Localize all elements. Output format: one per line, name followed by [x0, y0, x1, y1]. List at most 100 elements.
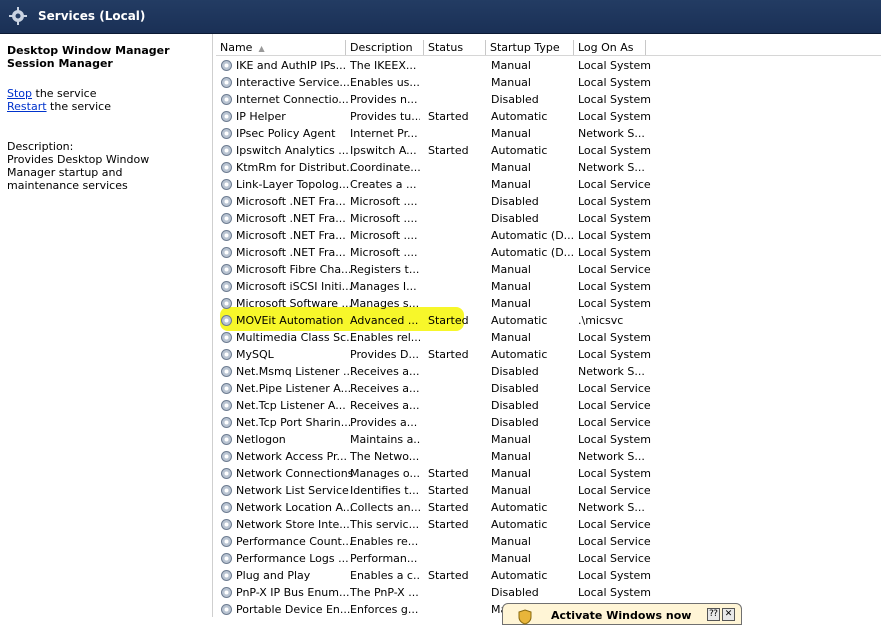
column-header-startup-type[interactable]: Startup Type [486, 40, 574, 55]
service-startup-cell: Disabled [491, 586, 539, 599]
service-logon-cell: .\micsvc [578, 314, 624, 327]
service-row[interactable]: Net.Pipe Listener A... Receives a... Disab… [216, 380, 881, 397]
notification-close-button[interactable]: ✕ [722, 608, 735, 621]
service-description-cell: Registers t... [350, 263, 420, 276]
window-title: Services (Local) [38, 9, 146, 23]
service-description-cell: The Netwo... [350, 450, 420, 463]
service-row[interactable]: Link-Layer Topolog... Creates a ... Manual… [216, 176, 881, 193]
service-row[interactable]: MOVEit Automation Advanced ... Started Auto… [216, 312, 881, 329]
service-status-cell: Started [428, 467, 469, 480]
service-gear-icon [221, 179, 232, 190]
service-row[interactable]: IKE and AuthIP IPs... The IKEEX... Manual L… [216, 57, 881, 74]
service-name-cell: Portable Device En... [236, 603, 351, 616]
service-gear-icon [221, 451, 232, 462]
service-name-cell: Microsoft Fibre Cha... [236, 263, 352, 276]
service-row[interactable]: Microsoft .NET Fra... Microsoft .... Autom… [216, 227, 881, 244]
service-row[interactable]: Network List Service Identifies t... Start… [216, 482, 881, 499]
service-logon-cell: Local Service [578, 382, 651, 395]
service-row[interactable]: KtmRm for Distribut... Coordinate... Manua… [216, 159, 881, 176]
service-startup-cell: Disabled [491, 416, 539, 429]
service-startup-cell: Automatic [491, 501, 548, 514]
service-row[interactable]: Performance Count... Enables re... Manual L… [216, 533, 881, 550]
service-logon-cell: Local System [578, 229, 652, 242]
service-logon-cell: Network S... [578, 365, 645, 378]
service-startup-cell: Manual [491, 76, 531, 89]
service-row[interactable]: Internet Connectio... Provides n... Disabl… [216, 91, 881, 108]
service-row[interactable]: Network Connections Manages o... Started Ma… [216, 465, 881, 482]
service-row[interactable]: MySQL Provides D... Started Automatic Local … [216, 346, 881, 363]
service-logon-cell: Local System [578, 297, 652, 310]
service-gear-icon [221, 111, 232, 122]
service-description-cell: Provides tu... [350, 110, 420, 123]
service-gear-icon [221, 332, 232, 343]
service-logon-cell: Local System [578, 76, 652, 89]
service-description-cell: Enables re... [350, 535, 419, 548]
service-startup-cell: Manual [491, 484, 531, 497]
service-row[interactable]: Network Access Pr... The Netwo... Manual Ne… [216, 448, 881, 465]
service-startup-cell: Automatic [491, 569, 548, 582]
service-row[interactable]: Net.Tcp Listener A... Receives a... Disabl… [216, 397, 881, 414]
stop-service-link[interactable]: Stop [7, 87, 32, 100]
service-row[interactable]: Net.Msmq Listener ... Receives a... Disabl… [216, 363, 881, 380]
service-gear-icon [221, 519, 232, 530]
service-description-cell: Microsoft .... [350, 246, 418, 259]
service-description-cell: Microsoft .... [350, 229, 418, 242]
service-row[interactable]: Performance Logs ... Performan... Manual Lo… [216, 550, 881, 567]
service-row[interactable]: Multimedia Class Sc... Enables rel... Manu… [216, 329, 881, 346]
service-startup-cell: Manual [491, 280, 531, 293]
service-logon-cell: Local System [578, 195, 652, 208]
service-row[interactable]: Ipswitch Analytics ... Ipswitch A... Start… [216, 142, 881, 159]
service-logon-cell: Local System [578, 212, 652, 225]
service-name-cell: Multimedia Class Sc... [236, 331, 357, 344]
service-description-cell: This servic... [350, 518, 420, 531]
service-name-cell: Interactive Service... [236, 76, 350, 89]
service-description-cell: Performan... [350, 552, 418, 565]
service-logon-cell: Local System [578, 433, 652, 446]
column-header-name[interactable]: Name ▲ [216, 40, 346, 55]
service-row[interactable]: IPsec Policy Agent Internet Pr... Manual Ne… [216, 125, 881, 142]
service-row[interactable]: Plug and Play Enables a c... Started Automa… [216, 567, 881, 584]
restart-service-link[interactable]: Restart [7, 100, 47, 113]
column-header-log-on-as[interactable]: Log On As [574, 40, 646, 55]
restart-suffix: the service [46, 100, 111, 113]
service-gear-icon [221, 400, 232, 411]
selected-service-name: Desktop Window Manager Session Manager [7, 44, 170, 70]
service-row[interactable]: Microsoft .NET Fra... Microsoft .... Disab… [216, 193, 881, 210]
service-description-cell: Internet Pr... [350, 127, 418, 140]
service-description-cell: Microsoft .... [350, 195, 418, 208]
notification-options-button[interactable]: ⁇ [707, 608, 720, 621]
service-row[interactable]: IP Helper Provides tu... Started Automatic L… [216, 108, 881, 125]
service-status-cell: Started [428, 501, 469, 514]
service-logon-cell: Network S... [578, 501, 645, 514]
service-row[interactable]: Network Location A... Collects an... Start… [216, 499, 881, 516]
service-row[interactable]: Net.Tcp Port Sharin... Provides a... Disab… [216, 414, 881, 431]
service-gear-icon [221, 298, 232, 309]
service-status-cell: Started [428, 518, 469, 531]
service-gear-icon [221, 604, 232, 615]
service-row[interactable]: Microsoft .NET Fra... Microsoft .... Disab… [216, 210, 881, 227]
service-row[interactable]: Interactive Service... Enables us... Manua… [216, 74, 881, 91]
service-row[interactable]: PnP-X IP Bus Enum... The PnP-X ... Disable… [216, 584, 881, 601]
service-gear-icon [221, 230, 232, 241]
service-row[interactable]: Netlogon Maintains a... Manual Local System [216, 431, 881, 448]
service-row[interactable]: Microsoft iSCSI Initi... Manages I... Manu… [216, 278, 881, 295]
column-header-status[interactable]: Status [424, 40, 486, 55]
service-logon-cell: Local Service [578, 535, 651, 548]
service-gear-icon [221, 502, 232, 513]
column-header-description[interactable]: Description [346, 40, 424, 55]
service-name-cell: Microsoft iSCSI Initi... [236, 280, 353, 293]
service-row[interactable]: Network Store Inte... This servic... Start… [216, 516, 881, 533]
services-list[interactable]: Name ▲ Description Status Startup Type Lo… [216, 34, 881, 617]
service-row[interactable]: Microsoft Software ... Manages s... Manual… [216, 295, 881, 312]
service-logon-cell: Local Service [578, 178, 651, 191]
service-gear-icon [221, 434, 232, 445]
service-gear-icon [221, 349, 232, 360]
activation-notification[interactable]: Activate Windows now ⁇ ✕ [502, 603, 742, 625]
service-row[interactable]: Microsoft .NET Fra... Microsoft .... Autom… [216, 244, 881, 261]
service-gear-icon [221, 417, 232, 428]
service-logon-cell: Local Service [578, 399, 651, 412]
service-startup-cell: Manual [491, 433, 531, 446]
service-gear-icon [221, 587, 232, 598]
service-row[interactable]: Microsoft Fibre Cha... Registers t... Manu… [216, 261, 881, 278]
service-description-cell: Provides a... [350, 416, 418, 429]
